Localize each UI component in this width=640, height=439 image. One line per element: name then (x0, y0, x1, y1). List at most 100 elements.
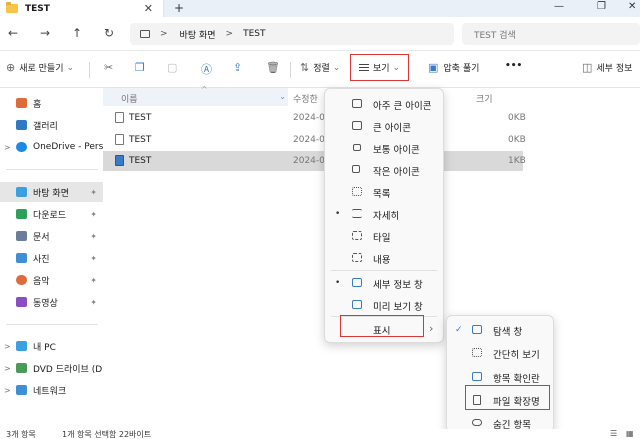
view-menu: 아주 큰 아이콘 큰 아이콘 보통 아이콘 작은 아이콘 목록 • 자세히 타일… (324, 88, 444, 343)
window-tab[interactable]: TEST ✕ (0, 0, 164, 17)
sort-ascending-icon: ^ (201, 85, 208, 94)
sidebar-item-documents[interactable]: 문서 ✦ (0, 226, 103, 246)
sidebar-item-pictures[interactable]: 사진 ✦ (0, 248, 103, 268)
large-icons-icon (352, 121, 362, 130)
menu-item-extra-large-icons[interactable]: 아주 큰 아이콘 (325, 93, 443, 115)
sidebar-item-dvd-drive[interactable]: > DVD 드라이브 (D:) (0, 358, 103, 378)
pin-icon: ✦ (90, 187, 97, 197)
sort-icon: ⇅ (300, 61, 310, 74)
extract-button[interactable]: ▣ 압축 풀기 (428, 61, 479, 74)
menu-item-label: 세부 정보 창 (373, 280, 423, 291)
menu-item-preview-pane[interactable]: 미리 보기 창 (325, 294, 443, 316)
copy-icon[interactable]: ❐ (135, 61, 145, 74)
sidebar-item-videos[interactable]: 동영상 ✦ (0, 292, 103, 312)
cut-icon[interactable]: ✂ (104, 61, 113, 74)
pc-icon (16, 341, 27, 351)
checkmark-icon: ✓ (455, 325, 463, 335)
sidebar-item-label: 갤러리 (33, 121, 58, 132)
address-bar[interactable]: > 바탕 화면 > TEST (130, 23, 454, 45)
sort-button[interactable]: ⇅ 정렬 ⌄ (300, 61, 340, 74)
new-button[interactable]: ⊕ 새로 만들기 ⌄ (6, 61, 74, 74)
selected-bullet-icon: • (335, 209, 341, 219)
chevron-down-icon[interactable]: ⌄ (279, 92, 286, 101)
hidden-items-icon (472, 419, 482, 426)
command-bar: ⊕ 새로 만들기 ⌄ ✂ ❐ ▢ Ⓐ ⇪ 🗑 ⇅ 정렬 ⌄ 보기 ⌄ ▣ 압축 … (0, 51, 640, 88)
delete-icon[interactable]: 🗑 (266, 61, 280, 74)
details-pane-button[interactable]: ◫ 세부 정보 (582, 61, 632, 74)
paste-icon[interactable]: ▢ (167, 61, 177, 74)
expand-icon[interactable]: > (4, 143, 11, 152)
chevron-down-icon: ⌄ (66, 62, 75, 73)
view-label: 보기 (372, 64, 390, 74)
more-options-button[interactable]: ••• (505, 61, 522, 71)
sidebar-item-onedrive[interactable]: > OneDrive - Personal (0, 137, 103, 157)
file-date: 2024-0 (293, 135, 325, 145)
expand-icon[interactable]: > (4, 386, 11, 395)
view-button[interactable]: 보기 ⌄ (350, 54, 409, 81)
close-button[interactable]: ✕ (628, 1, 636, 12)
sidebar-item-downloads[interactable]: 다운로드 ✦ (0, 204, 103, 224)
navigation-pane: 홈 갤러리 > OneDrive - Personal 바탕 화면 ✦ 다운로드… (0, 88, 103, 430)
breadcrumb-desktop[interactable]: 바탕 화면 (180, 28, 216, 41)
details-icon (352, 209, 362, 218)
column-date[interactable]: 수정한 (293, 92, 318, 105)
network-icon (16, 385, 27, 395)
extra-large-icons-icon (352, 99, 362, 108)
show-submenu: ✓ 탐색 창 간단히 보기 항목 확인란 파일 확장명 숨긴 항목 (446, 315, 554, 433)
details-pane-icon: ◫ (582, 61, 593, 74)
sidebar-item-desktop[interactable]: 바탕 화면 ✦ (0, 182, 103, 202)
videos-icon (16, 297, 27, 307)
file-row[interactable]: TEST 2024-0 0KB (103, 108, 526, 128)
forward-button[interactable]: → (40, 26, 50, 40)
sort-label: 정렬 (313, 64, 330, 74)
up-button[interactable]: ↑ (72, 26, 82, 40)
share-icon[interactable]: ⇪ (233, 61, 242, 74)
menu-item-small-icons[interactable]: 작은 아이콘 (325, 159, 443, 181)
sidebar-item-music[interactable]: 음악 ✦ (0, 270, 103, 290)
column-size[interactable]: 크기 (476, 92, 493, 105)
menu-item-large-icons[interactable]: 큰 아이콘 (325, 115, 443, 137)
sidebar-item-home[interactable]: 홈 (0, 93, 103, 113)
navigation-pane-icon (472, 325, 482, 334)
sidebar-item-this-pc[interactable]: > 내 PC (0, 336, 103, 356)
menu-item-details[interactable]: • 자세히 (325, 203, 443, 225)
compact-view-icon (472, 348, 482, 357)
music-icon (16, 275, 27, 285)
menu-item-details-pane[interactable]: • 세부 정보 창 (325, 272, 443, 294)
menu-item-medium-icons[interactable]: 보통 아이콘 (325, 137, 443, 159)
menu-item-list[interactable]: 목록 (325, 181, 443, 203)
pin-icon: ✦ (90, 275, 97, 285)
chevron-right-icon: › (429, 322, 434, 335)
sidebar-item-label: DVD 드라이브 (D:) (33, 364, 103, 375)
menu-item-label: 보통 아이콘 (373, 145, 420, 156)
column-name[interactable]: 이름 ^ ⌄ (103, 85, 288, 106)
search-input[interactable]: TEST 검색 (462, 23, 640, 45)
tab-close-icon[interactable]: ✕ (144, 2, 153, 15)
menu-item-content[interactable]: 내용 (325, 247, 443, 269)
maximize-button[interactable]: ❐ (597, 1, 606, 12)
menu-item-compact-view[interactable]: 간단히 보기 (447, 342, 553, 364)
tiles-view-icon[interactable]: ▦ (626, 429, 634, 438)
sidebar-item-network[interactable]: > 네트워크 (0, 380, 103, 400)
pin-icon: ✦ (90, 231, 97, 241)
breadcrumb-test[interactable]: TEST (243, 29, 265, 39)
minimize-button[interactable]: — (554, 1, 564, 12)
details-view-icon[interactable]: ☰ (610, 429, 617, 438)
expand-icon[interactable]: > (4, 342, 11, 351)
sidebar-item-gallery[interactable]: 갤러리 (0, 115, 103, 135)
file-row[interactable]: TEST 2024-0 0KB (103, 130, 526, 150)
computer-icon (140, 30, 150, 38)
new-tab-button[interactable]: + (174, 1, 184, 15)
menu-item-navigation-pane[interactable]: ✓ 탐색 창 (447, 319, 553, 341)
rename-icon[interactable]: Ⓐ (201, 61, 212, 77)
menu-item-tiles[interactable]: 타일 (325, 225, 443, 247)
menu-item-label: 아주 큰 아이콘 (373, 101, 432, 112)
sidebar-item-label: 네트워크 (33, 386, 67, 397)
file-row[interactable]: TEST 2024-0 1KB (103, 151, 526, 171)
back-button[interactable]: ← (8, 26, 18, 40)
column-header: 이름 ^ ⌄ 수정한 크기 (103, 85, 523, 106)
refresh-button[interactable]: ↻ (104, 26, 114, 40)
expand-icon[interactable]: > (4, 364, 11, 373)
file-size: 0KB (508, 113, 526, 123)
menu-item-label: 타일 (373, 233, 391, 244)
